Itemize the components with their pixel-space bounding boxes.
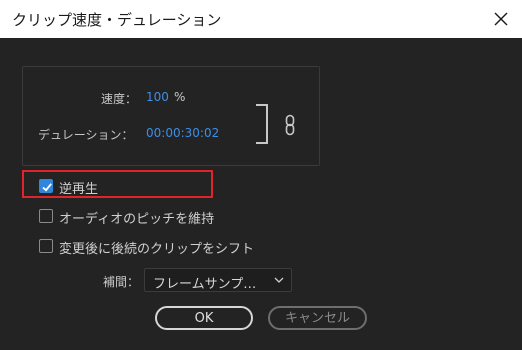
maintain-pitch-label[interactable]: オーディオのピッチを維持 bbox=[59, 208, 214, 227]
speed-value[interactable]: 100 bbox=[146, 90, 169, 104]
interpolation-dropdown[interactable]: フレームサンプ… bbox=[144, 268, 292, 292]
cancel-button[interactable]: キャンセル bbox=[268, 306, 367, 330]
speed-unit: % bbox=[174, 90, 186, 104]
ripple-edit-checkbox[interactable] bbox=[39, 239, 53, 253]
title-bar: クリップ速度・デュレーション bbox=[0, 0, 522, 38]
interpolation-label: 補間： bbox=[103, 275, 140, 289]
ripple-edit-label[interactable]: 変更後に後続のクリップをシフト bbox=[59, 238, 254, 257]
chain-link-icon[interactable] bbox=[285, 114, 295, 136]
checkmark-icon bbox=[42, 183, 52, 192]
reverse-label[interactable]: 逆再生 bbox=[59, 178, 98, 197]
maintain-pitch-checkbox[interactable] bbox=[39, 209, 53, 223]
close-icon[interactable] bbox=[490, 8, 512, 30]
duration-value[interactable]: 00:00:30:02 bbox=[146, 126, 219, 140]
duration-label: デュレーション： bbox=[38, 128, 134, 142]
speed-duration-group bbox=[22, 66, 320, 166]
link-bracket bbox=[256, 104, 268, 144]
chevron-down-icon bbox=[274, 277, 284, 283]
interpolation-value: フレームサンプ… bbox=[153, 277, 257, 292]
reverse-checkbox[interactable] bbox=[39, 179, 53, 193]
dialog-title: クリップ速度・デュレーション bbox=[12, 11, 222, 29]
ok-button[interactable]: OK bbox=[155, 306, 253, 330]
speed-label: 速度： bbox=[101, 92, 138, 106]
